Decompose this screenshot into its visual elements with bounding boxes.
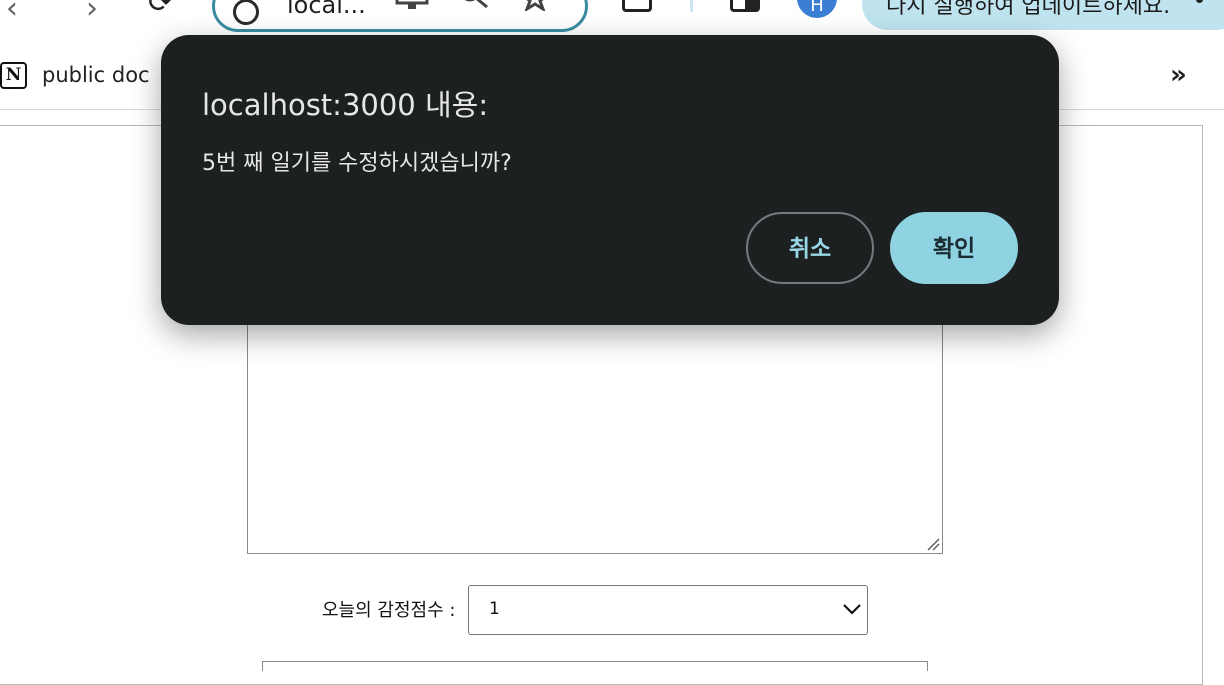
next-form-control[interactable] [262, 661, 928, 671]
update-text: 다시 실행하여 업데이트하세요. [886, 0, 1171, 19]
back-icon[interactable]: ‹ [6, 0, 18, 24]
search-icon[interactable] [461, 0, 491, 9]
resize-handle-icon[interactable] [926, 537, 940, 551]
split-view-icon[interactable] [730, 0, 760, 12]
ok-button[interactable]: 확인 [890, 212, 1018, 284]
dialog-message: 5번 째 일기를 수정하시겠습니까? [202, 151, 512, 176]
bookmarks-overflow-icon[interactable]: » [1170, 60, 1187, 90]
dialog-title: localhost:3000 내용: [202, 88, 489, 122]
cancel-button[interactable]: 취소 [746, 212, 874, 284]
emotion-score-value: 1 [489, 599, 500, 619]
notion-icon: N [0, 62, 27, 89]
browser-toolbar: ‹ › ⟳ local... H 다시 실행하여 업데이트하세요. [0, 0, 1224, 36]
chevron-down-icon [843, 604, 861, 615]
site-info-icon[interactable] [233, 0, 259, 25]
address-bar[interactable]: local... [212, 0, 588, 32]
confirm-dialog: localhost:3000 내용: 5번 째 일기를 수정하시겠습니까? 취소… [161, 35, 1059, 325]
reload-icon[interactable]: ⟳ [148, 0, 173, 18]
bookmark-public-docs[interactable]: public doc [42, 63, 150, 87]
url-text[interactable]: local... [287, 0, 366, 19]
toolbar-separator [690, 0, 693, 12]
star-icon[interactable] [521, 0, 549, 11]
update-button[interactable]: 다시 실행하여 업데이트하세요. [862, 0, 1224, 30]
emotion-score-label: 오늘의 감정점수 : [322, 600, 456, 621]
share-icon[interactable] [622, 0, 652, 12]
menu-icon[interactable] [1196, 0, 1203, 3]
emotion-score-select[interactable]: 1 [468, 585, 868, 635]
diary-content-textarea[interactable] [247, 300, 943, 554]
cast-icon[interactable] [395, 0, 429, 11]
forward-icon[interactable]: › [86, 0, 98, 24]
profile-avatar[interactable]: H [797, 0, 837, 18]
